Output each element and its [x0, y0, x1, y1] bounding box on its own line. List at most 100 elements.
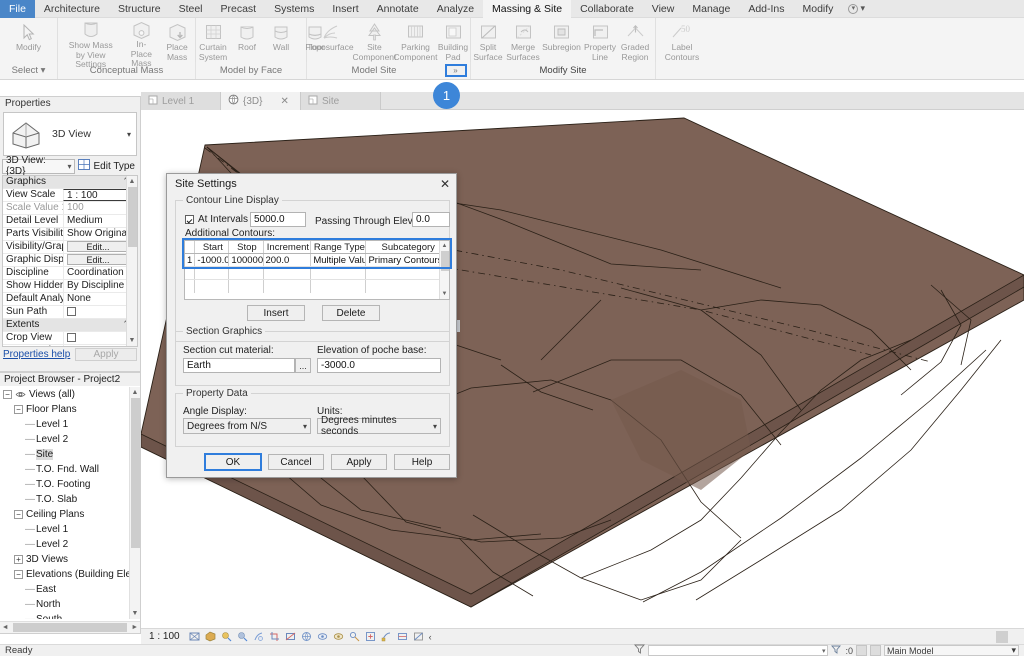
cell-stop[interactable]	[229, 280, 263, 293]
ribbon-button-show-mass-by-view-settings[interactable]: Show Mass by View Settings	[58, 18, 123, 62]
ribbon-button-subregion[interactable]: Subregion	[541, 18, 582, 62]
tree-node-site[interactable]: — Site	[0, 447, 129, 462]
cell-stop[interactable]	[229, 267, 263, 279]
property-row-parts-visibility[interactable]: Parts Visibility Show Original	[3, 228, 137, 241]
properties-grid-scrollbar[interactable]: ▲ ▼	[126, 176, 137, 346]
chevron-down-icon[interactable]: ▾	[122, 130, 136, 139]
tree-node-to-footing[interactable]: — T.O. Footing	[0, 477, 129, 492]
view-tab-level-1[interactable]: Level 1	[141, 92, 221, 110]
close-icon[interactable]: ✕	[440, 178, 450, 190]
property-row-show-hidden-lines[interactable]: Show Hidden ... By Discipline	[3, 280, 137, 293]
ribbon-button-merge-surfaces[interactable]: Merge Surfaces	[505, 18, 541, 62]
ribbon-button-split-surface[interactable]: Split Surface	[471, 18, 505, 62]
view-control-overflow[interactable]: ‹	[429, 632, 432, 642]
scrollbar-thumb[interactable]	[441, 251, 449, 271]
property-row-discipline[interactable]: Discipline Coordination	[3, 267, 137, 280]
at-intervals-input[interactable]: 5000.0	[250, 212, 306, 227]
tree-node-level-2[interactable]: — Level 2	[0, 432, 129, 447]
chevron-down-icon[interactable]: ▼	[440, 289, 449, 299]
ribbon-button-label-contours[interactable]: 50 Label Contours	[656, 18, 708, 62]
tree-node-floor-plans[interactable]: − Floor Plans	[0, 402, 129, 417]
tree-node-level-1[interactable]: — Level 1	[0, 417, 129, 432]
help-button[interactable]: Help	[394, 454, 450, 470]
close-icon[interactable]: ✕	[280, 96, 288, 107]
ribbon-button-site-component[interactable]: Site Component	[354, 18, 395, 62]
dialog-apply-button[interactable]: Apply	[331, 454, 387, 470]
properties-group-header-graphics[interactable]: Graphics ⌃	[3, 176, 137, 189]
tab-annotate[interactable]: Annotate	[368, 0, 428, 18]
table-scrollbar[interactable]: ▲ ▼	[439, 241, 449, 299]
table-header-start[interactable]: Start	[195, 241, 229, 253]
property-row-crop-region-visible[interactable]: Crop Region ...	[3, 345, 137, 347]
tab-steel[interactable]: Steel	[170, 0, 212, 18]
chevron-right-icon[interactable]: ►	[129, 624, 140, 631]
cell-stop[interactable]: 100000	[229, 254, 263, 266]
tab-precast[interactable]: Precast	[212, 0, 266, 18]
temporary-view-properties-icon[interactable]	[365, 631, 377, 643]
workset-selector[interactable]: Main Model ▾	[884, 645, 1019, 656]
view-tab-site[interactable]: Site	[301, 92, 381, 110]
scrollbar-thumb[interactable]	[13, 623, 128, 632]
expander-icon[interactable]: −	[3, 390, 12, 399]
tree-node-views-all[interactable]: − Views (all)	[0, 387, 129, 402]
properties-help-link[interactable]: Properties help	[3, 349, 70, 360]
at-intervals-checkbox[interactable]	[185, 215, 194, 224]
property-row-default-analysis-display[interactable]: Default Analy... None	[3, 293, 137, 306]
expander-icon[interactable]: −	[14, 405, 23, 414]
tab-addins[interactable]: Add-Ins	[739, 0, 793, 18]
dialog-title-bar[interactable]: Site Settings ✕	[167, 174, 456, 194]
chevron-up-icon[interactable]: ▲	[127, 176, 137, 187]
filter-button-icon[interactable]	[870, 645, 881, 656]
table-header-range-type[interactable]: Range Type	[311, 241, 366, 253]
ribbon-button-place-mass[interactable]: Place Mass	[159, 18, 195, 62]
project-browser-vertical-scrollbar[interactable]: ▲ ▼	[129, 387, 140, 619]
properties-type-selector[interactable]: 3D View: {3D} ▾	[2, 159, 75, 174]
cell-range-type[interactable]: Multiple Values	[311, 254, 366, 266]
insert-button[interactable]: Insert	[247, 305, 305, 321]
edit-type-button[interactable]: Edit Type	[78, 159, 138, 173]
shadows-icon[interactable]	[237, 631, 249, 643]
table-header-subcategory[interactable]: Subcategory	[366, 241, 449, 253]
section-cut-material-input[interactable]: Earth	[183, 358, 295, 373]
chevron-down-icon[interactable]: ▼	[127, 335, 137, 346]
chevron-up-icon[interactable]: ▲	[440, 241, 449, 251]
ribbon-button-roof-by-face[interactable]: Roof	[230, 18, 264, 62]
tree-node-north[interactable]: — North	[0, 597, 129, 612]
crop-view-checkbox[interactable]	[67, 333, 76, 342]
cell-start[interactable]	[195, 280, 229, 293]
property-row-graphic-display[interactable]: Graphic Displ... Edit...	[3, 254, 137, 267]
view-scale-label[interactable]: 1 : 100	[149, 631, 180, 642]
tab-systems[interactable]: Systems	[265, 0, 323, 18]
delete-button[interactable]: Delete	[322, 305, 380, 321]
ribbon-button-graded-region[interactable]: Graded Region	[618, 18, 652, 62]
show-crop-icon[interactable]	[285, 631, 297, 643]
tree-node-ceiling-level-2[interactable]: — Level 2	[0, 537, 129, 552]
tree-node-to-fnd-wall[interactable]: — T.O. Fnd. Wall	[0, 462, 129, 477]
cell-start[interactable]	[195, 267, 229, 279]
tab-structure[interactable]: Structure	[109, 0, 170, 18]
tab-manage[interactable]: Manage	[683, 0, 739, 18]
tab-analyze[interactable]: Analyze	[428, 0, 483, 18]
selection-combo[interactable]: ▾	[648, 645, 828, 656]
sun-path-icon[interactable]	[221, 631, 233, 643]
cell-start[interactable]: -1000.0	[195, 254, 229, 266]
detail-level-icon[interactable]	[189, 631, 201, 643]
chevron-down-icon[interactable]: ▼	[130, 608, 140, 619]
view-tab-3d[interactable]: {3D} ✕	[221, 92, 301, 110]
crop-region-visible-checkbox[interactable]	[67, 346, 76, 347]
additional-contours-table[interactable]: Start Stop Increment Range Type Subcateg…	[184, 240, 450, 300]
tree-node-east[interactable]: — East	[0, 582, 129, 597]
warnings-icon[interactable]	[856, 645, 867, 656]
cell-increment[interactable]	[264, 267, 312, 279]
tree-node-ceiling-level-1[interactable]: — Level 1	[0, 522, 129, 537]
graphic-display-edit-button[interactable]: Edit...	[67, 254, 129, 265]
table-header-stop[interactable]: Stop	[229, 241, 263, 253]
expander-icon[interactable]: −	[14, 510, 23, 519]
tab-collaborate[interactable]: Collaborate	[571, 0, 643, 18]
visibility-graphics-edit-button[interactable]: Edit...	[67, 241, 129, 252]
table-row[interactable]	[185, 280, 449, 293]
cell-range-type[interactable]	[311, 280, 366, 293]
tab-insert[interactable]: Insert	[323, 0, 367, 18]
cell-subcategory[interactable]	[366, 280, 449, 293]
tab-file[interactable]: File	[0, 0, 35, 18]
